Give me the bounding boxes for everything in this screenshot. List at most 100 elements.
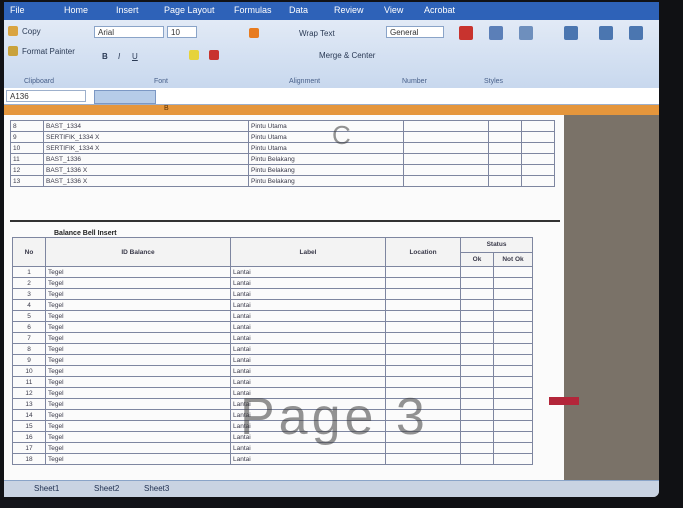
table-cell[interactable]: 13 [10, 175, 44, 187]
table-cell[interactable] [460, 453, 494, 465]
menu-tab-view[interactable]: View [384, 5, 403, 15]
table-cell[interactable]: 4 [12, 299, 46, 311]
font-color-icon[interactable] [209, 50, 219, 60]
table-cell[interactable] [493, 299, 533, 311]
copy-icon[interactable] [8, 26, 18, 36]
table-cell[interactable] [403, 120, 489, 132]
table-cell[interactable] [488, 153, 522, 165]
table-cell[interactable]: 17 [12, 442, 46, 454]
table-cell[interactable]: Pintu Belakang [248, 164, 404, 176]
table-cell[interactable] [493, 398, 533, 410]
table-cell[interactable]: 8 [12, 343, 46, 355]
table-cell[interactable]: Lantai [230, 321, 386, 333]
table-cell[interactable] [493, 321, 533, 333]
table-cell[interactable] [493, 354, 533, 366]
table-cell[interactable] [493, 343, 533, 355]
table-cell[interactable] [460, 376, 494, 388]
menu-tab-insert[interactable]: Insert [116, 5, 139, 15]
table-cell[interactable] [403, 164, 489, 176]
table-cell[interactable]: Lantai [230, 332, 386, 344]
table-cell[interactable] [493, 365, 533, 377]
font-name-select[interactable]: Arial [94, 26, 164, 38]
table-cell[interactable] [488, 131, 522, 143]
table-cell[interactable]: 12 [12, 387, 46, 399]
table-cell[interactable]: Tegel [45, 321, 231, 333]
wrap-text-button[interactable]: Wrap Text [299, 29, 335, 38]
copy-button[interactable]: Copy [22, 27, 41, 36]
table-cell[interactable] [521, 164, 555, 176]
table-cell[interactable]: Pintu Utama [248, 120, 404, 132]
table-cell[interactable] [385, 365, 461, 377]
table-cell[interactable]: Tegel [45, 277, 231, 289]
table-cell[interactable]: 1 [12, 266, 46, 278]
table-cell[interactable] [493, 332, 533, 344]
table-cell[interactable]: SERTIFIK_1334 X [43, 131, 249, 143]
table-cell[interactable] [493, 409, 533, 421]
table-cell[interactable] [521, 153, 555, 165]
header-id-balance[interactable]: ID Balance [45, 237, 231, 267]
table-cell[interactable] [493, 442, 533, 454]
table-cell[interactable] [460, 332, 494, 344]
table-cell[interactable] [460, 310, 494, 322]
table-cell[interactable]: Pintu Utama [248, 131, 404, 143]
table-cell[interactable] [403, 142, 489, 154]
table-cell[interactable] [521, 142, 555, 154]
table-cell[interactable]: Tegel [45, 453, 231, 465]
table-cell[interactable]: Tegel [45, 376, 231, 388]
table-cell[interactable]: Tegel [45, 431, 231, 443]
table-cell[interactable]: Pintu Utama [248, 142, 404, 154]
table-cell[interactable] [493, 387, 533, 399]
table-cell[interactable] [460, 299, 494, 311]
font-size-select[interactable]: 10 [167, 26, 197, 38]
table-cell[interactable]: Lantai [230, 354, 386, 366]
table-cell[interactable]: Lantai [230, 310, 386, 322]
table-cell[interactable]: 12 [10, 164, 44, 176]
table-cell[interactable]: Lantai [230, 343, 386, 355]
table-cell[interactable]: Tegel [45, 398, 231, 410]
table-cell[interactable] [460, 277, 494, 289]
bold-button[interactable]: B [102, 52, 108, 61]
table-cell[interactable] [385, 332, 461, 344]
table-cell[interactable] [460, 420, 494, 432]
fill-color-icon[interactable] [189, 50, 199, 60]
table-cell[interactable] [385, 343, 461, 355]
number-format-select[interactable]: General [386, 26, 444, 38]
column-header-letter[interactable]: B [164, 105, 169, 112]
table-cell[interactable]: 11 [12, 376, 46, 388]
table-cell[interactable] [403, 175, 489, 187]
header-status-group[interactable]: Status [460, 237, 533, 253]
menu-tab-review[interactable]: Review [334, 5, 364, 15]
table-cell[interactable] [460, 398, 494, 410]
table-cell[interactable] [385, 321, 461, 333]
table-cell[interactable]: BAST_1336 X [43, 175, 249, 187]
table-cell[interactable]: 3 [12, 288, 46, 300]
table-cell[interactable]: Tegel [45, 420, 231, 432]
table-cell[interactable]: 6 [12, 321, 46, 333]
menu-tab-formulas[interactable]: Formulas [234, 5, 272, 15]
table-cell[interactable]: Tegel [45, 310, 231, 322]
delete-cells-icon[interactable] [599, 26, 613, 40]
table-cell[interactable]: BAST_1336 [43, 153, 249, 165]
table-cell[interactable]: 18 [12, 453, 46, 465]
table-cell[interactable] [385, 354, 461, 366]
table-cell[interactable]: Lantai [230, 299, 386, 311]
table-cell[interactable]: Tegel [45, 387, 231, 399]
table-cell[interactable] [403, 131, 489, 143]
table-cell[interactable]: 5 [12, 310, 46, 322]
table-cell[interactable]: 2 [12, 277, 46, 289]
table-cell[interactable]: BAST_1334 [43, 120, 249, 132]
underline-button[interactable]: U [132, 52, 138, 61]
table-cell[interactable] [385, 310, 461, 322]
table-cell[interactable] [460, 409, 494, 421]
table-cell[interactable]: Lantai [230, 288, 386, 300]
table-cell[interactable] [460, 365, 494, 377]
table-cell[interactable] [493, 431, 533, 443]
table-cell[interactable] [460, 288, 494, 300]
table-cell[interactable] [493, 453, 533, 465]
table-cell[interactable]: Tegel [45, 365, 231, 377]
table-cell[interactable]: Tegel [45, 299, 231, 311]
table-cell[interactable]: Tegel [45, 266, 231, 278]
insert-cells-icon[interactable] [564, 26, 578, 40]
table-cell[interactable]: Lantai [230, 266, 386, 278]
format-as-table-icon[interactable] [489, 26, 503, 40]
